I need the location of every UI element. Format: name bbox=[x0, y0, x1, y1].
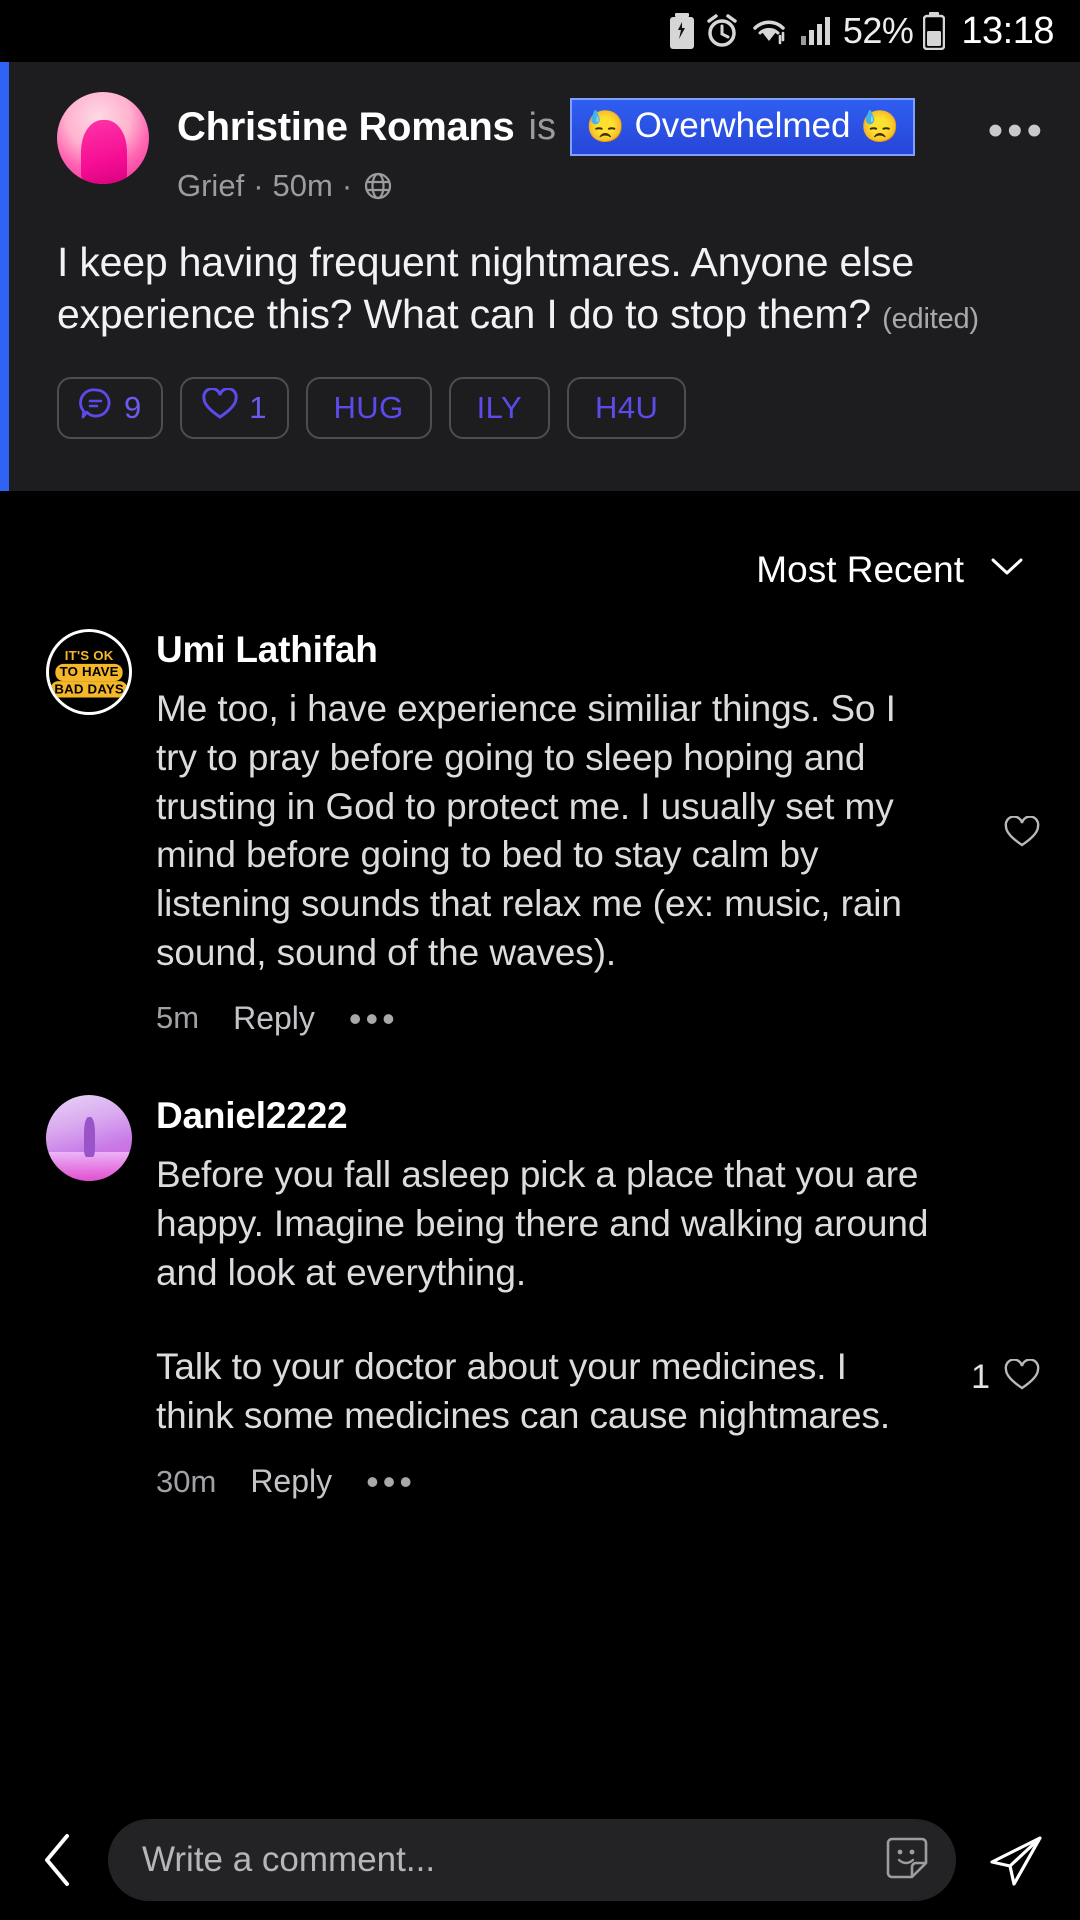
post-body-text: I keep having frequent nightmares. Anyon… bbox=[57, 239, 914, 338]
meta-dot-1: · bbox=[253, 168, 264, 203]
post-header-text: Christine Romans is 😓 Overwhelmed 😓 Grie… bbox=[177, 92, 970, 204]
list-item[interactable]: IT'S OK TO HAVE BAD DAYS Umi Lathifah Me… bbox=[0, 591, 1080, 1037]
comment-compose-bar: Write a comment... bbox=[0, 1800, 1080, 1920]
avatar[interactable] bbox=[57, 92, 149, 184]
post-body: I keep having frequent nightmares. Anyon… bbox=[57, 236, 1046, 341]
clock-label: 13:18 bbox=[961, 9, 1054, 52]
send-icon[interactable] bbox=[978, 1828, 1054, 1892]
back-chevron-icon[interactable] bbox=[30, 1832, 86, 1888]
comments-sort-control[interactable]: Most Recent bbox=[0, 491, 1080, 591]
comment-time: 5m bbox=[156, 1000, 200, 1036]
comment-input-placeholder[interactable]: Write a comment... bbox=[142, 1840, 868, 1880]
mood-emoji-right: 😓 bbox=[860, 108, 900, 144]
comment-more-options-button[interactable]: ••• bbox=[366, 1464, 416, 1499]
sticker-icon[interactable] bbox=[884, 1835, 930, 1886]
alarm-icon bbox=[705, 14, 739, 48]
phone-screen: 52% 13:18 Christine Romans is 😓 Overwhel… bbox=[0, 0, 1080, 1920]
comment-like-control[interactable] bbox=[930, 629, 1040, 1037]
avatar-line-1: IT'S OK bbox=[64, 647, 114, 663]
comment-footer: 5m Reply ••• bbox=[156, 1000, 930, 1037]
post-meta: Grief · 50m · bbox=[177, 168, 970, 204]
mood-emoji-left: 😓 bbox=[585, 108, 625, 144]
comment-footer: 30m Reply ••• bbox=[156, 1463, 930, 1500]
avatar-line-3: BAD DAYS bbox=[50, 680, 128, 697]
comment-main: Umi Lathifah Me too, i have experience s… bbox=[156, 629, 930, 1037]
comment-time: 30m bbox=[156, 1463, 217, 1499]
comment-author-name[interactable]: Daniel2222 bbox=[156, 1095, 930, 1137]
heart-outline-icon[interactable] bbox=[1004, 815, 1040, 853]
comment-body: Me too, i have experience similiar thing… bbox=[156, 685, 930, 978]
comment-paragraph: Talk to your doctor about your medicines… bbox=[156, 1346, 891, 1437]
battery-icon bbox=[923, 12, 946, 50]
wifi-icon bbox=[749, 14, 789, 48]
avatar[interactable] bbox=[46, 1094, 132, 1181]
comments-chip[interactable]: 9 bbox=[57, 376, 164, 439]
post-reactions-row: 9 1 HUG ILY H4U bbox=[57, 376, 1046, 439]
post-group-label[interactable]: Grief bbox=[177, 168, 244, 204]
globe-icon bbox=[363, 171, 393, 201]
post-card[interactable]: Christine Romans is 😓 Overwhelmed 😓 Grie… bbox=[0, 62, 1080, 491]
hug-chip[interactable]: HUG bbox=[305, 376, 432, 439]
heart-icon bbox=[202, 387, 238, 428]
battery-saver-icon bbox=[669, 13, 695, 49]
comment-reply-button[interactable]: Reply bbox=[233, 1000, 315, 1037]
meta-dot-2: · bbox=[341, 168, 353, 203]
post-edited-label: (edited) bbox=[882, 303, 979, 336]
comment-author-name[interactable]: Umi Lathifah bbox=[156, 629, 930, 671]
avatar-line-2: TO HAVE bbox=[55, 663, 123, 681]
status-bar: 52% 13:18 bbox=[0, 0, 1080, 62]
comment-like-count: 1 bbox=[971, 1357, 990, 1396]
post-more-options-button[interactable]: ••• bbox=[988, 92, 1046, 153]
cellular-signal-icon bbox=[799, 14, 833, 48]
comment-paragraph: Before you fall asleep pick a place that… bbox=[156, 1153, 929, 1293]
post-title-row: Christine Romans is 😓 Overwhelmed 😓 bbox=[177, 98, 970, 156]
chevron-down-icon[interactable] bbox=[990, 556, 1024, 583]
likes-chip[interactable]: 1 bbox=[180, 376, 289, 439]
h4u-chip[interactable]: H4U bbox=[567, 376, 687, 439]
ily-chip[interactable]: ILY bbox=[448, 376, 551, 439]
post-header: Christine Romans is 😓 Overwhelmed 😓 Grie… bbox=[57, 92, 1046, 204]
comment-icon bbox=[79, 387, 113, 429]
comment-body: Before you fall asleep pick a place that… bbox=[156, 1151, 930, 1441]
sort-label: Most Recent bbox=[756, 548, 964, 590]
comment-reply-button[interactable]: Reply bbox=[250, 1463, 332, 1500]
comment-input[interactable]: Write a comment... bbox=[108, 1819, 956, 1901]
likes-count: 1 bbox=[249, 389, 267, 425]
post-author-name[interactable]: Christine Romans bbox=[177, 105, 515, 150]
battery-percent-label: 52% bbox=[842, 10, 914, 51]
avatar-text: IT'S OK TO HAVE BAD DAYS bbox=[50, 647, 128, 697]
mood-label: Overwhelmed bbox=[634, 106, 851, 145]
list-item[interactable]: Daniel2222 Before you fall asleep pick a… bbox=[0, 1037, 1080, 1500]
post-age-label: 50m bbox=[272, 168, 333, 203]
comment-paragraph: Me too, i have experience similiar thing… bbox=[156, 687, 902, 974]
comments-count: 9 bbox=[124, 389, 142, 425]
comment-more-options-button[interactable]: ••• bbox=[349, 1000, 399, 1035]
heart-outline-icon[interactable] bbox=[1004, 1358, 1040, 1396]
mood-badge[interactable]: 😓 Overwhelmed 😓 bbox=[569, 98, 916, 156]
post-is-word: is bbox=[528, 105, 556, 148]
comment-like-control[interactable]: 1 bbox=[930, 1095, 1040, 1500]
comment-main: Daniel2222 Before you fall asleep pick a… bbox=[156, 1095, 930, 1500]
avatar[interactable]: IT'S OK TO HAVE BAD DAYS bbox=[46, 628, 132, 715]
